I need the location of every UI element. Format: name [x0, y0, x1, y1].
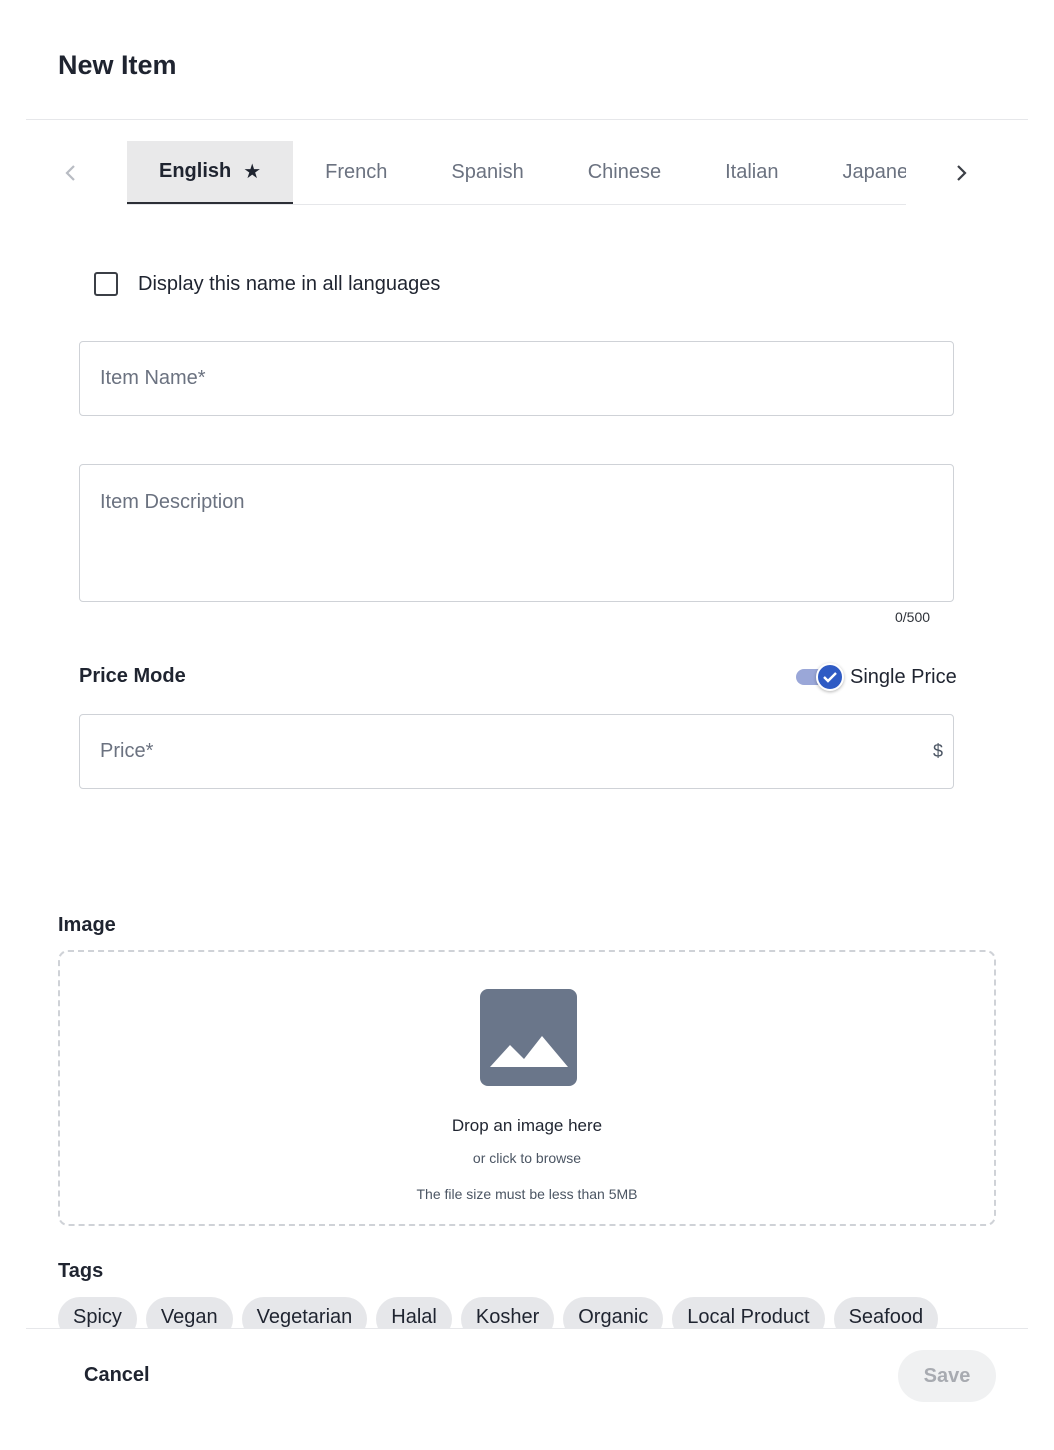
single-price-toggle[interactable]: [796, 662, 844, 692]
single-price-toggle-row: Single Price: [796, 662, 957, 692]
item-description-input[interactable]: [80, 465, 953, 601]
currency-symbol: $: [932, 741, 943, 761]
tag-halal[interactable]: Halal: [376, 1297, 452, 1328]
dropzone-title: Drop an image here: [451, 1116, 603, 1135]
display-all-languages-row[interactable]: Display this name in all languages: [94, 272, 440, 296]
tab-label: Italian: [725, 161, 779, 183]
tab-english[interactable]: English ★: [127, 141, 294, 204]
page-title: New Item: [58, 50, 177, 80]
tag-vegan[interactable]: Vegan: [145, 1297, 233, 1328]
file-size-note: The file size must be less than 5MB: [416, 1186, 638, 1202]
tag-local-product[interactable]: Local Product: [672, 1297, 825, 1328]
tab-label: Japanese: [842, 161, 906, 183]
price-mode-label: Price Mode: [79, 665, 186, 687]
item-name-input[interactable]: [80, 342, 953, 415]
tag-seafood[interactable]: Seafood: [833, 1297, 939, 1328]
tab-label: French: [325, 161, 388, 183]
tab-spanish[interactable]: Spanish: [419, 141, 555, 204]
tag-organic[interactable]: Organic: [563, 1297, 664, 1328]
cancel-button[interactable]: Cancel: [66, 1352, 168, 1398]
footer-divider: [26, 1328, 1028, 1329]
description-char-counter: 0/500: [895, 609, 931, 625]
item-description-field: [79, 464, 954, 602]
price-field: $: [79, 714, 954, 789]
tab-chinese[interactable]: Chinese: [556, 141, 693, 204]
tags-list: Spicy Vegan Vegetarian Halal Kosher Organic Lo…: [58, 1297, 998, 1328]
tag-kosher[interactable]: Kosher: [460, 1297, 555, 1328]
tab-label: English: [159, 160, 232, 182]
image-icon: [480, 989, 577, 1086]
tab-french[interactable]: French: [293, 141, 419, 204]
check-icon: [823, 672, 837, 683]
tab-japanese[interactable]: Japanese: [810, 141, 906, 204]
tab-italian[interactable]: Italian: [693, 141, 810, 204]
single-price-label: Single Price: [850, 665, 957, 688]
header-divider: [26, 119, 1028, 120]
item-name-field: [79, 341, 954, 416]
display-all-languages-checkbox[interactable]: [94, 272, 118, 296]
tag-vegetarian[interactable]: Vegetarian: [241, 1297, 368, 1328]
tags-label: Tags: [58, 1260, 104, 1282]
language-tabs: English ★ French Spanish Chinese Italian…: [127, 141, 906, 205]
new-item-dialog: New Item English ★ French Spanish Chines…: [0, 0, 1054, 1450]
mountain-shape: [490, 1036, 568, 1067]
tab-scroll-right-button[interactable]: [946, 156, 978, 190]
tab-label: Chinese: [587, 161, 662, 183]
chevron-left-icon: [65, 165, 75, 181]
display-all-languages-label: Display this name in all languages: [138, 272, 441, 295]
tab-label: Spanish: [451, 161, 524, 183]
price-input[interactable]: [80, 715, 953, 788]
chevron-right-icon: [957, 165, 967, 181]
dropzone-subtitle: or click to browse: [472, 1150, 582, 1166]
image-dropzone[interactable]: Drop an image here or click to browse Th…: [58, 950, 996, 1226]
save-button[interactable]: Save: [898, 1350, 996, 1402]
toggle-knob: [816, 663, 844, 691]
star-icon: ★: [243, 161, 262, 183]
image-label: Image: [58, 914, 116, 936]
tag-spicy[interactable]: Spicy: [58, 1297, 137, 1328]
tab-scroll-left-button[interactable]: [54, 156, 86, 190]
